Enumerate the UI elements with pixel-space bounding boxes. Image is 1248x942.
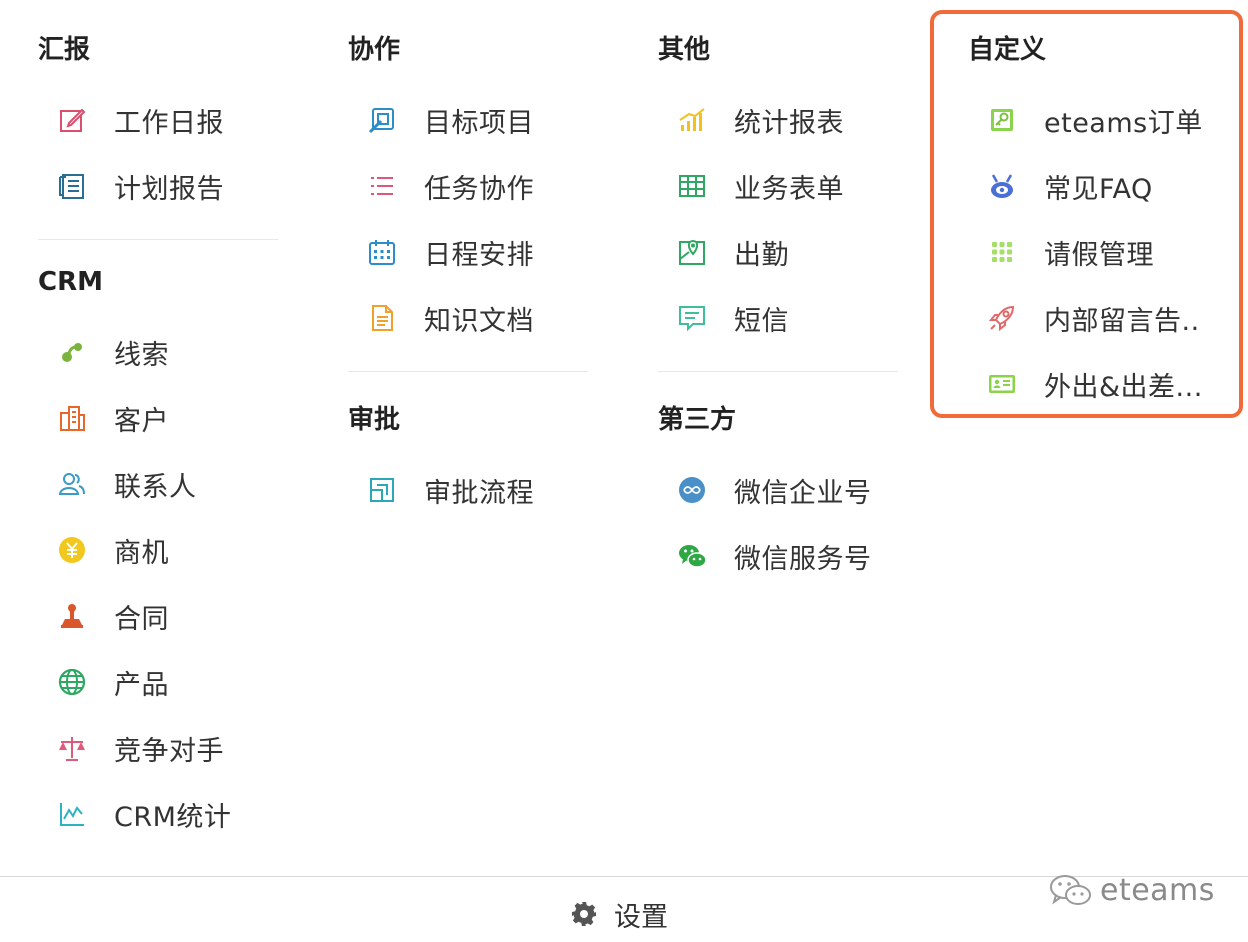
group-title-other: 其他 — [658, 35, 711, 65]
key-card-icon — [986, 104, 1018, 136]
menu-item-label: 微信企业号 — [734, 477, 872, 509]
gear-icon — [572, 902, 596, 926]
watermark: eteams — [1048, 870, 1215, 910]
menu-item-internal-message[interactable]: 内部留言告.. — [968, 285, 1233, 351]
menu-item-tasks[interactable]: 任务协作 — [348, 153, 588, 219]
menu-item-plan-report[interactable]: 计划报告 — [38, 153, 278, 219]
menu-item-goals[interactable]: 目标项目 — [348, 87, 588, 153]
menu-item-label: eteams订单 — [1044, 107, 1203, 139]
edit-icon — [56, 104, 88, 136]
menu-item-label: 内部留言告.. — [1044, 305, 1200, 337]
menu-item-label: 审批流程 — [424, 477, 534, 509]
section-divider — [38, 239, 278, 240]
group-title-report: 汇报 — [38, 35, 91, 65]
sprout-icon — [56, 336, 88, 368]
menu-item-opportunities[interactable]: 商机 — [38, 517, 278, 583]
yen-coin-icon — [56, 534, 88, 566]
group-title-third-party: 第三方 — [658, 405, 737, 435]
line-chart-icon — [56, 798, 88, 830]
menu-item-attendance[interactable]: 出勤 — [658, 219, 898, 285]
menu-item-label: CRM统计 — [114, 801, 232, 833]
menu-item-label: 微信服务号 — [734, 543, 872, 575]
group-title-crm: CRM — [38, 267, 103, 297]
menu-item-label: 商机 — [114, 537, 169, 569]
menu-column-1: 汇报 工作日报 计划报告 CRM 线索 客户 联系人 商机 合同 产品 竞争对手… — [38, 0, 278, 847]
menu-item-products[interactable]: 产品 — [38, 649, 278, 715]
menu-column-4: 自定义 eteams订单 常见FAQ 请假管理 内部留言告.. 外出&出差... — [968, 0, 1233, 417]
menu-item-wechat-service[interactable]: 微信服务号 — [658, 523, 898, 589]
app-menu-panel: 汇报 工作日报 计划报告 CRM 线索 客户 联系人 商机 合同 产品 竞争对手… — [0, 0, 1248, 942]
watermark-text: eteams — [1100, 872, 1215, 908]
grid-dots-icon — [986, 236, 1018, 268]
menu-item-daily-report[interactable]: 工作日报 — [38, 87, 278, 153]
group-title-approval: 审批 — [348, 405, 401, 435]
menu-item-sms[interactable]: 短信 — [658, 285, 898, 351]
menu-item-label: 计划报告 — [114, 173, 224, 205]
menu-item-forms[interactable]: 业务表单 — [658, 153, 898, 219]
bar-chart-icon — [676, 104, 708, 136]
menu-item-label: 联系人 — [114, 471, 197, 503]
menu-column-3: 其他 统计报表 业务表单 出勤 短信 第三方 微信企业号 微信服务号 — [658, 0, 898, 589]
menu-item-label: 统计报表 — [734, 107, 844, 139]
section-divider — [658, 371, 898, 372]
id-card-icon — [986, 368, 1018, 400]
menu-item-customers[interactable]: 客户 — [38, 385, 278, 451]
menu-item-leads[interactable]: 线索 — [38, 319, 278, 385]
globe-icon — [56, 666, 88, 698]
flow-icon — [366, 474, 398, 506]
message-icon — [676, 302, 708, 334]
menu-item-approval-flow[interactable]: 审批流程 — [348, 457, 588, 523]
menu-item-label: 竞争对手 — [114, 735, 224, 767]
menu-item-label: 线索 — [114, 339, 169, 371]
wechat-work-icon — [676, 474, 708, 506]
menu-item-label: 出勤 — [734, 239, 789, 271]
menu-item-leave[interactable]: 请假管理 — [968, 219, 1233, 285]
menu-item-label: 客户 — [114, 405, 169, 437]
document-icon — [56, 170, 88, 202]
menu-item-contracts[interactable]: 合同 — [38, 583, 278, 649]
menu-item-schedule[interactable]: 日程安排 — [348, 219, 588, 285]
menu-item-faq[interactable]: 常见FAQ — [968, 153, 1233, 219]
menu-item-label: 合同 — [114, 603, 169, 635]
menu-item-label: 目标项目 — [424, 107, 534, 139]
menu-item-label: 业务表单 — [734, 173, 844, 205]
menu-item-label: 外出&出差... — [1044, 371, 1203, 403]
target-icon — [366, 104, 398, 136]
settings-button[interactable]: 设置 — [570, 893, 668, 935]
menu-item-label: 短信 — [734, 305, 789, 337]
menu-item-label: 常见FAQ — [1044, 173, 1153, 205]
calendar-icon — [366, 236, 398, 268]
menu-item-contacts[interactable]: 联系人 — [38, 451, 278, 517]
rocket-icon — [986, 302, 1018, 334]
map-pin-icon — [676, 236, 708, 268]
menu-column-2: 协作 目标项目 任务协作 日程安排 知识文档 审批 审批流程 — [348, 0, 588, 523]
menu-item-competitors[interactable]: 竞争对手 — [38, 715, 278, 781]
section-divider — [348, 371, 588, 372]
menu-item-wechat-work[interactable]: 微信企业号 — [658, 457, 898, 523]
wechat-icon — [676, 540, 708, 572]
menu-item-label: 请假管理 — [1044, 239, 1154, 271]
menu-item-label: 日程安排 — [424, 239, 534, 271]
menu-item-label: 知识文档 — [424, 305, 534, 337]
group-title-collab: 协作 — [348, 35, 401, 65]
faq-icon — [986, 170, 1018, 202]
group-title-custom: 自定义 — [968, 35, 1047, 65]
menu-item-business-trip[interactable]: 外出&出差... — [968, 351, 1233, 417]
menu-item-statistics[interactable]: 统计报表 — [658, 87, 898, 153]
wechat-logo-icon — [1050, 875, 1091, 905]
menu-item-label: 任务协作 — [424, 173, 534, 205]
stamp-icon — [56, 600, 88, 632]
settings-label: 设置 — [614, 901, 668, 933]
menu-item-label: 工作日报 — [114, 107, 224, 139]
menu-item-knowledge[interactable]: 知识文档 — [348, 285, 588, 351]
menu-item-eteams-order[interactable]: eteams订单 — [968, 87, 1233, 153]
contacts-icon — [56, 468, 88, 500]
file-icon — [366, 302, 398, 334]
menu-item-label: 产品 — [114, 669, 169, 701]
table-icon — [676, 170, 708, 202]
building-icon — [56, 402, 88, 434]
menu-item-crm-stats[interactable]: CRM统计 — [38, 781, 278, 847]
list-icon — [366, 170, 398, 202]
scale-icon — [56, 732, 88, 764]
